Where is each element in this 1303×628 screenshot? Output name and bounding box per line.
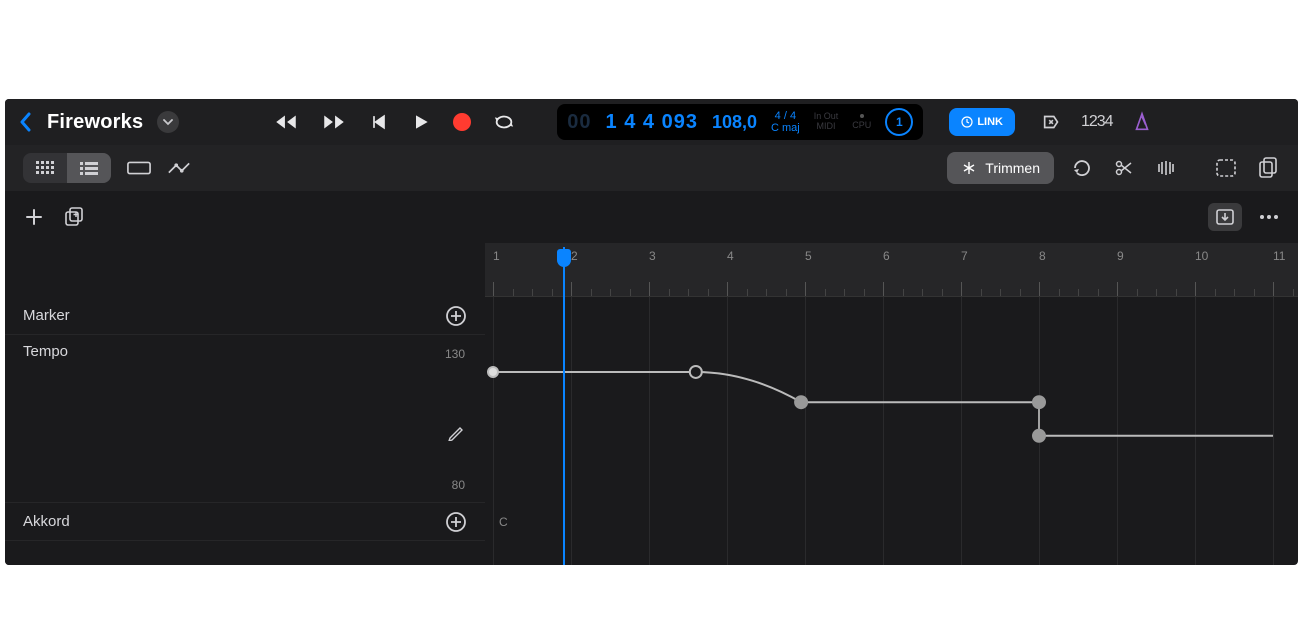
view-segment [23,153,111,183]
daw-window: Fireworks 00 1 4 4 093 108,0 4 / 4 C maj… [5,99,1298,565]
marquee-tool[interactable] [1214,156,1238,180]
list-icon [80,161,98,175]
cycle-button[interactable] [493,109,515,135]
chord-track-row[interactable]: C [485,503,1298,541]
lcd-cpu-meter: CPU [852,114,871,130]
link-button[interactable]: LINK [949,108,1015,136]
copy-icon [1258,157,1278,179]
scissors-icon [1114,158,1134,178]
tempo-min-label: 80 [452,478,465,492]
clock-icon [961,116,973,128]
loop-tool[interactable] [1070,156,1094,180]
edit-tool-group [1070,156,1178,180]
split-icon [1155,158,1177,178]
lcd-midi-meter: In Out MIDI [814,112,839,132]
region-view-button[interactable] [127,156,151,180]
callout-line-3 [1101,0,1103,108]
transport-controls [273,109,515,135]
tempo-lane-header[interactable]: Tempo 130 80 [5,335,485,503]
top-bar: Fireworks 00 1 4 4 093 108,0 4 / 4 C maj… [5,99,1298,145]
view-grid-button[interactable] [23,153,67,183]
secondary-toolbar: Trimmen [5,145,1298,191]
copy-tool[interactable] [1256,156,1280,180]
tempo-curve[interactable] [485,335,1298,503]
automation-icon [167,159,191,177]
rewind-button[interactable] [273,109,299,135]
lcd-position-dim: 00 [567,111,591,134]
automation-view-button[interactable] [167,156,191,180]
scissors-tool[interactable] [1112,156,1136,180]
grid-icon [36,161,54,175]
lcd-tempo[interactable]: 108,0 [712,112,757,133]
counter-display[interactable]: 1234 [1081,113,1113,131]
timeline-body[interactable]: C [485,297,1298,565]
record-button[interactable] [453,113,471,131]
add-marker-icon[interactable] [445,305,467,327]
metronome-icon[interactable] [1131,111,1153,133]
loop-icon [1071,157,1093,179]
fast-forward-button[interactable] [321,109,347,135]
trim-icon [961,160,977,176]
lcd-signature-key[interactable]: 4 / 4 C maj [771,110,800,134]
play-button[interactable] [411,109,431,135]
lanes-panel: Marker Tempo 130 80 Akkord [5,243,485,565]
tuner-icon[interactable] [1041,111,1063,133]
project-title[interactable]: Fireworks [47,111,143,134]
pencil-icon[interactable] [447,423,465,441]
chord-lane-header[interactable]: Akkord [5,503,485,541]
go-to-start-button[interactable] [369,109,389,135]
more-button[interactable] [1258,206,1280,228]
chord-label: C [499,515,508,529]
chevron-down-icon [163,117,173,127]
add-track-button[interactable] [23,206,45,228]
add-chord-icon[interactable] [445,511,467,533]
import-icon [1215,208,1235,226]
trim-button[interactable]: Trimmen [947,152,1054,184]
lcd-position[interactable]: 1 4 4 093 [606,111,698,134]
callout-line-1 [789,0,791,112]
lcd-display[interactable]: 00 1 4 4 093 108,0 4 / 4 C maj In Out MI… [557,104,923,140]
rectangle-icon [127,159,151,177]
topbar-right-icons: 1234 [1041,111,1153,133]
split-tool[interactable] [1154,156,1178,180]
duplicate-track-button[interactable] [63,206,85,228]
import-button[interactable] [1208,203,1242,231]
playhead[interactable] [563,247,565,565]
marker-lane-header[interactable]: Marker [5,297,485,335]
marquee-icon [1215,158,1237,178]
tracks-header [5,191,1298,243]
lcd-cycle-count[interactable]: 1 [885,108,913,136]
project-menu-button[interactable] [157,111,179,133]
tempo-max-label: 130 [445,347,465,361]
view-list-button[interactable] [67,153,111,183]
callout-line-2 [1041,0,1043,108]
selection-tool-group [1214,156,1280,180]
back-chevron-icon[interactable] [17,112,33,132]
